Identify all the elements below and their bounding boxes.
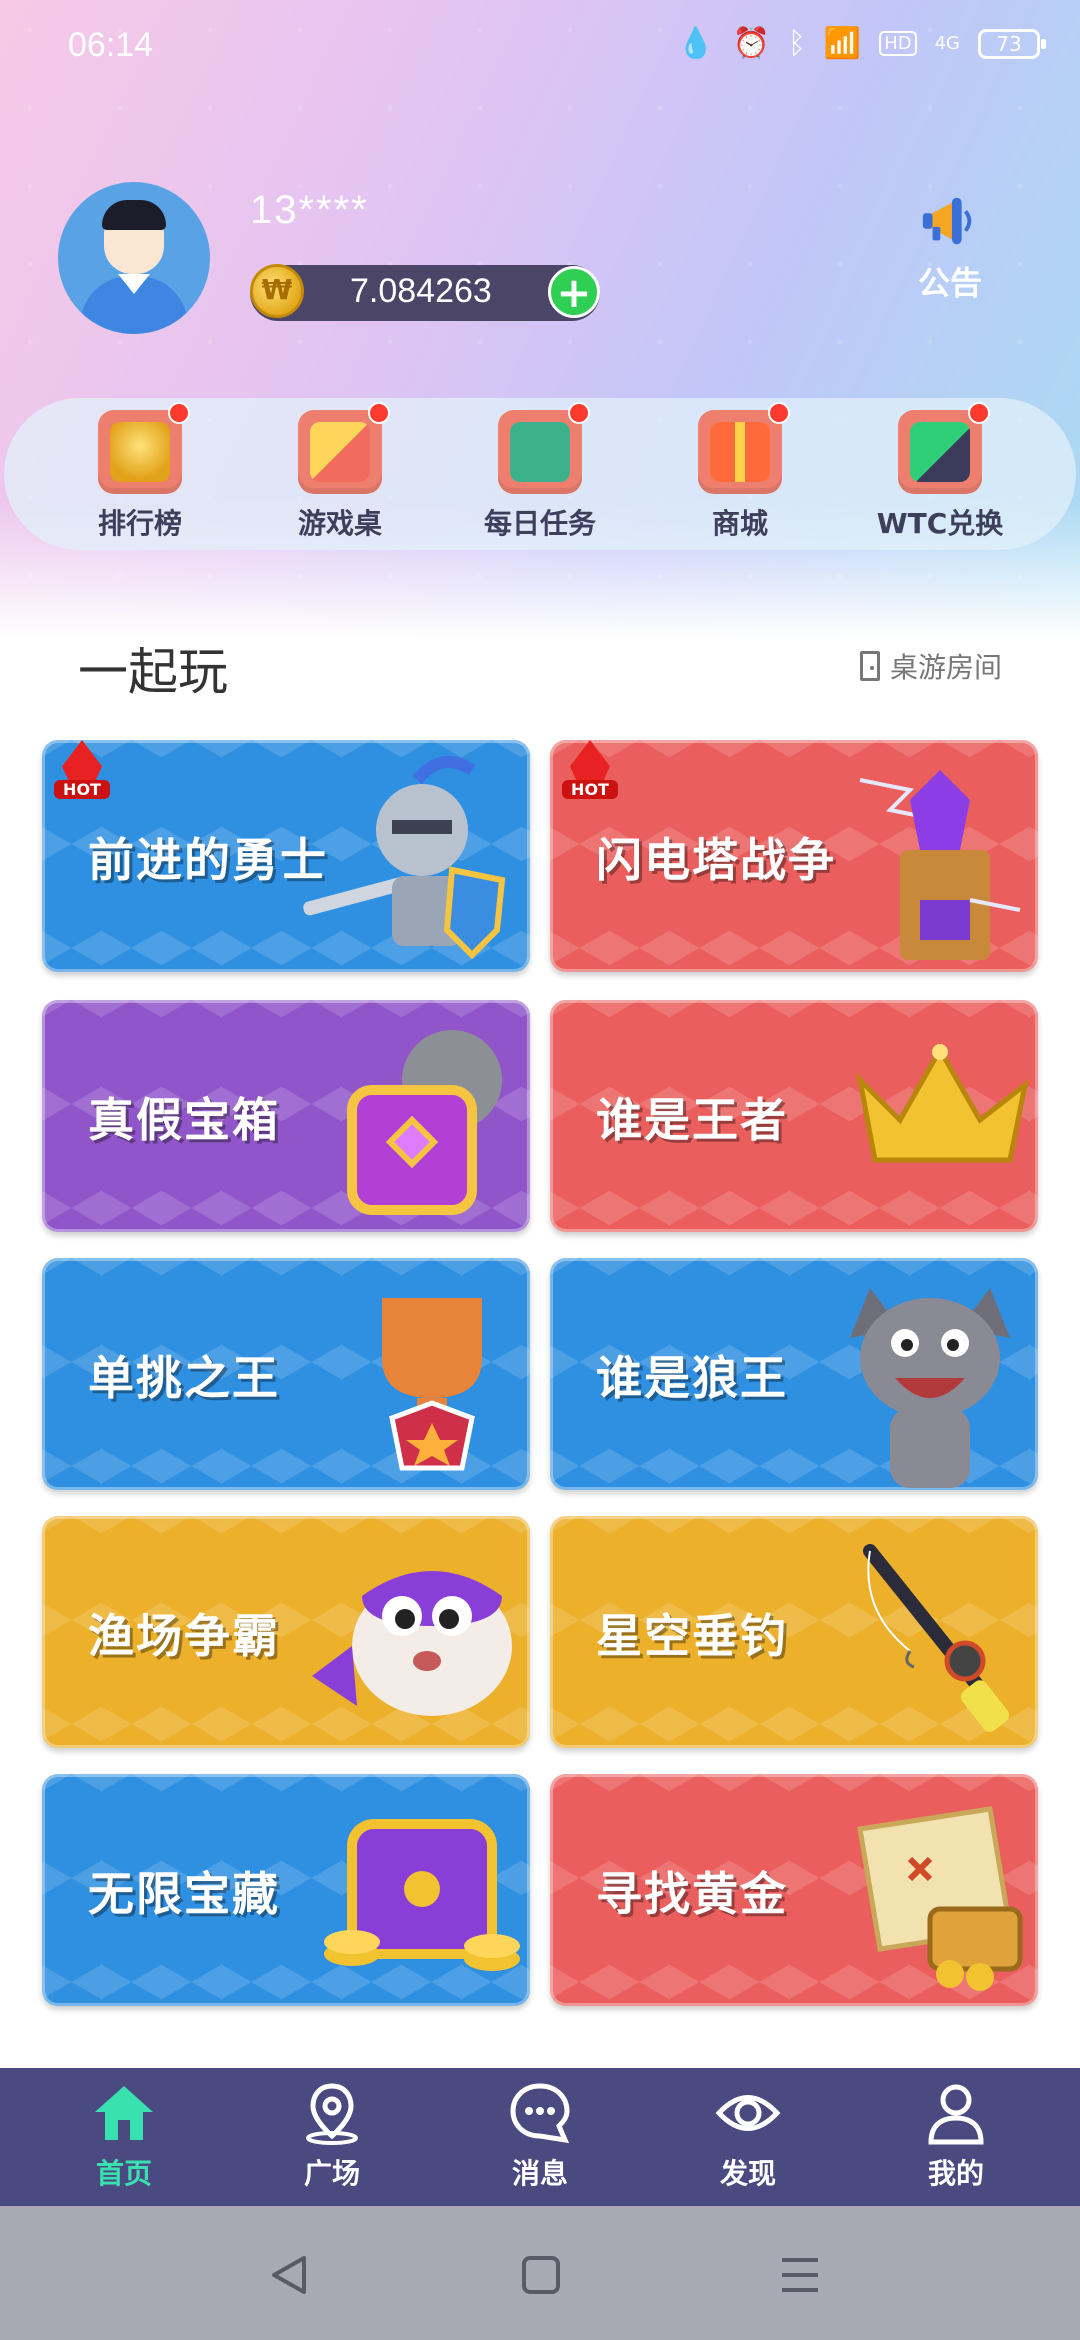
- coin-icon: ₩: [250, 264, 304, 318]
- game-card-warrior[interactable]: HOT 前进的勇士: [42, 740, 530, 972]
- trophy-icon: [382, 1298, 482, 1471]
- feature-shop[interactable]: 商城: [660, 402, 820, 542]
- trophy-icon: [98, 402, 190, 494]
- game-title: 星空垂钓: [596, 1609, 788, 1663]
- daily-task-icon: [498, 402, 590, 494]
- game-title: 真假宝箱: [88, 1093, 280, 1147]
- game-table-icon: [298, 402, 390, 494]
- home-icon: [95, 2086, 153, 2140]
- room-link-label: 桌游房间: [889, 651, 1002, 684]
- game-card-infinite-treasure[interactable]: 无限宝藏: [42, 1774, 530, 2006]
- nav-square[interactable]: 广场: [262, 2080, 402, 2192]
- section-title: 一起玩: [78, 643, 228, 701]
- nav-label: 首页: [95, 2157, 152, 2190]
- game-card-find-gold[interactable]: 寻找黄金: [550, 1774, 1038, 2006]
- feature-daily-task[interactable]: 每日任务: [460, 402, 620, 542]
- balance-value: 7.084263: [350, 272, 492, 310]
- game-title: 谁是王者: [596, 1093, 788, 1147]
- nav-messages[interactable]: 消息: [470, 2080, 610, 2192]
- battery-icon: 73: [978, 28, 1046, 59]
- gold-chest-icon: [324, 1819, 520, 1971]
- megaphone-icon: [922, 197, 972, 245]
- wifi-icon: 📶: [823, 26, 862, 61]
- game-card-who-is-king[interactable]: 谁是王者: [550, 1000, 1038, 1232]
- person-icon: [928, 2084, 984, 2145]
- game-card-lightning-tower[interactable]: HOT 闪电塔战争: [550, 740, 1038, 972]
- back-icon[interactable]: [260, 2250, 320, 2300]
- exchange-icon: [898, 402, 990, 494]
- status-bar: 06:14 💧 ⏰ ᛒ 📶 HD 4G 73: [0, 0, 1080, 96]
- lightning-tower-icon: [859, 770, 1021, 960]
- avatar-hair: [102, 200, 166, 230]
- game-title: 前进的勇士: [88, 833, 328, 887]
- game-title: 无限宝藏: [88, 1867, 280, 1921]
- notification-dot: [168, 402, 190, 424]
- status-icons: 💧 ⏰ ᛒ 📶 HD 4G 73: [677, 26, 1046, 61]
- feature-wtc-exchange[interactable]: WTC兑换: [860, 402, 1020, 542]
- game-title: 渔场争霸: [88, 1609, 280, 1663]
- puffer-fish-icon: [312, 1571, 512, 1716]
- nav-label: 发现: [719, 2157, 776, 2190]
- feature-label: 每日任务: [483, 507, 596, 540]
- gift-box-icon: [698, 402, 790, 494]
- crown-icon: [856, 1044, 1029, 1163]
- notification-dot: [968, 402, 990, 424]
- bluetooth-icon: ᛒ: [787, 26, 806, 61]
- avatar[interactable]: [58, 182, 210, 334]
- notification-dot: [768, 402, 790, 424]
- feature-label: WTC兑换: [876, 507, 1004, 540]
- game-card-fishery-battle[interactable]: 渔场争霸: [42, 1516, 530, 1748]
- nav-label: 广场: [303, 2157, 360, 2190]
- game-card-who-is-wolf-king[interactable]: 谁是狼王: [550, 1258, 1038, 1490]
- notice-label: 公告: [917, 264, 982, 302]
- menu-icon[interactable]: [770, 2250, 830, 2300]
- eye-icon: [715, 2095, 781, 2131]
- drop-icon: 💧: [677, 26, 715, 61]
- add-balance-button[interactable]: +: [548, 266, 600, 318]
- username: 13****: [250, 188, 369, 232]
- nav-home[interactable]: 首页: [54, 2080, 194, 2192]
- treasure-map-icon: [857, 1806, 1023, 1991]
- fishing-rod-icon: [863, 1544, 1009, 1732]
- door-icon: [859, 651, 880, 681]
- feature-game-table[interactable]: 游戏桌: [260, 402, 420, 542]
- hd-badge: HD: [879, 31, 917, 56]
- nav-label: 我的: [927, 2157, 984, 2190]
- treasure-chest-icon: [347, 1030, 502, 1215]
- feature-label: 游戏桌: [297, 507, 382, 540]
- notification-dot: [568, 402, 590, 424]
- feature-label: 商城: [711, 507, 768, 540]
- nav-discover[interactable]: 发现: [678, 2080, 818, 2192]
- game-card-true-false-chest[interactable]: 真假宝箱: [42, 1000, 530, 1232]
- status-time: 06:14: [68, 26, 154, 64]
- home-button-icon[interactable]: [510, 2250, 570, 2300]
- game-card-single-king[interactable]: 单挑之王: [42, 1258, 530, 1490]
- nav-label: 消息: [511, 2157, 568, 2190]
- notice-button[interactable]: 公告: [900, 190, 1000, 304]
- location-pin-icon: [306, 2083, 358, 2145]
- game-title: 单挑之王: [88, 1351, 280, 1405]
- feature-leaderboard[interactable]: 排行榜: [60, 402, 220, 542]
- game-card-starry-fishing[interactable]: 星空垂钓: [550, 1516, 1038, 1748]
- game-title: 谁是狼王: [596, 1351, 788, 1405]
- hot-badge: HOT: [562, 740, 618, 810]
- hot-badge: HOT: [54, 740, 110, 810]
- feature-label: 排行榜: [97, 507, 182, 540]
- game-title: 寻找黄金: [596, 1867, 788, 1921]
- alarm-icon: ⏰: [732, 26, 770, 61]
- wolf-icon: [850, 1288, 1010, 1488]
- nav-profile[interactable]: 我的: [886, 2080, 1026, 2192]
- chat-bubble-icon: [510, 2083, 570, 2144]
- board-game-room-link[interactable]: 桌游房间: [859, 646, 1002, 686]
- game-title: 闪电塔战争: [596, 833, 836, 887]
- network-type: 4G: [934, 33, 960, 54]
- notification-dot: [368, 402, 390, 424]
- knight-icon: [303, 756, 506, 960]
